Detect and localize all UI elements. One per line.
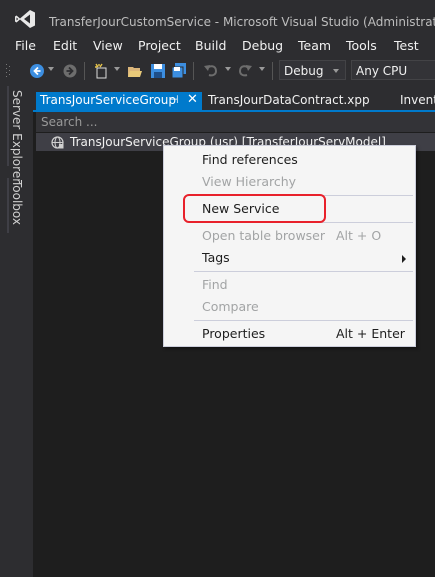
menu-item-shortcut: Alt + O xyxy=(336,228,382,243)
toolbar-separator xyxy=(193,62,194,80)
menu-item-shortcut: Alt + Enter xyxy=(336,326,405,341)
menu-file[interactable]: File xyxy=(15,38,36,53)
menu-team[interactable]: Team xyxy=(298,38,331,53)
new-project-dropdown-icon[interactable] xyxy=(114,67,120,71)
menu-item-tags[interactable]: Tags xyxy=(164,247,415,269)
menu-item-label: Find references xyxy=(202,152,298,167)
redo-dropdown-icon[interactable] xyxy=(259,67,265,71)
tab-transjourdatacontract[interactable]: TransJourDataContract.xpp xyxy=(208,93,370,107)
menu-bar: File Edit View Project Build Debug Team … xyxy=(0,36,435,56)
platform-value: Any CPU xyxy=(356,64,408,78)
toolbox-tab[interactable]: Toolbox xyxy=(10,180,24,225)
new-project-icon[interactable] xyxy=(94,63,110,79)
tab-inventl[interactable]: InventL xyxy=(398,92,435,110)
menu-item-label: Open table browser xyxy=(202,228,326,243)
server-explorer-tab[interactable]: Server Explorer xyxy=(10,90,24,183)
toolbar-grip-icon xyxy=(6,64,10,77)
search-box xyxy=(36,112,435,132)
open-file-icon[interactable] xyxy=(127,63,143,79)
menu-separator xyxy=(194,320,413,321)
menu-item-label: View Hierarchy xyxy=(202,174,297,189)
menu-item-view-hierarchy[interactable]: View Hierarchy xyxy=(164,171,415,193)
context-menu: Find references View Hierarchy New Servi… xyxy=(163,145,416,347)
menu-item-compare[interactable]: Compare xyxy=(164,296,415,318)
undo-icon[interactable] xyxy=(203,63,219,79)
side-tool-strip: Server Explorer Toolbox xyxy=(0,86,33,577)
menu-item-properties[interactable]: Properties Alt + Enter xyxy=(164,323,415,345)
menu-item-label: Properties xyxy=(202,326,266,341)
window-title: TransferJourCustomService - Microsoft Vi… xyxy=(49,15,435,29)
menu-debug[interactable]: Debug xyxy=(242,38,283,53)
tab-edge xyxy=(7,178,9,233)
tab-edge xyxy=(7,86,9,166)
menu-item-label: Find xyxy=(202,277,228,292)
undo-dropdown-icon[interactable] xyxy=(225,67,231,71)
search-input[interactable] xyxy=(36,112,435,132)
tab-label: TransJourServiceGroup xyxy=(40,93,177,107)
save-icon[interactable] xyxy=(150,63,166,79)
save-all-icon[interactable] xyxy=(171,63,187,79)
menu-project[interactable]: Project xyxy=(138,38,181,53)
solution-configuration-combo[interactable]: Debug xyxy=(279,60,346,80)
chevron-down-icon xyxy=(333,69,339,73)
submenu-arrow-icon xyxy=(402,255,406,263)
menu-test[interactable]: Test xyxy=(394,38,419,53)
menu-build[interactable]: Build xyxy=(195,38,226,53)
menu-item-label: Tags xyxy=(202,250,230,265)
solution-platform-combo[interactable]: Any CPU xyxy=(351,60,435,80)
navigate-forward-icon[interactable] xyxy=(62,63,78,79)
menu-edit[interactable]: Edit xyxy=(53,38,77,53)
menu-view[interactable]: View xyxy=(93,38,123,53)
toolbar-separator xyxy=(84,62,85,80)
toolbar-separator xyxy=(272,62,273,80)
service-group-icon xyxy=(51,136,64,149)
menu-tools[interactable]: Tools xyxy=(346,38,377,53)
menu-item-label: Compare xyxy=(202,299,259,314)
menu-item-open-table-browser[interactable]: Open table browser Alt + O xyxy=(164,225,415,247)
configuration-value: Debug xyxy=(284,64,324,78)
tab-inventl-label: InventL xyxy=(400,93,435,107)
visual-studio-logo-icon xyxy=(15,10,35,28)
backward-dropdown-icon[interactable] xyxy=(48,67,54,71)
highlight-annotation xyxy=(183,194,326,223)
pin-icon[interactable]: ⊣ xyxy=(169,93,179,106)
menu-item-find-references[interactable]: Find references xyxy=(164,149,415,171)
tab-transjourservicegroup[interactable]: TransJourServiceGroup ⊣ ✕ xyxy=(36,92,202,110)
redo-icon[interactable] xyxy=(237,63,253,79)
standard-toolbar: Debug Any CPU xyxy=(0,56,435,86)
menu-separator xyxy=(194,271,413,272)
navigate-backward-icon[interactable] xyxy=(29,63,45,79)
close-tab-icon[interactable]: ✕ xyxy=(187,92,198,107)
menu-item-find[interactable]: Find xyxy=(164,274,415,296)
